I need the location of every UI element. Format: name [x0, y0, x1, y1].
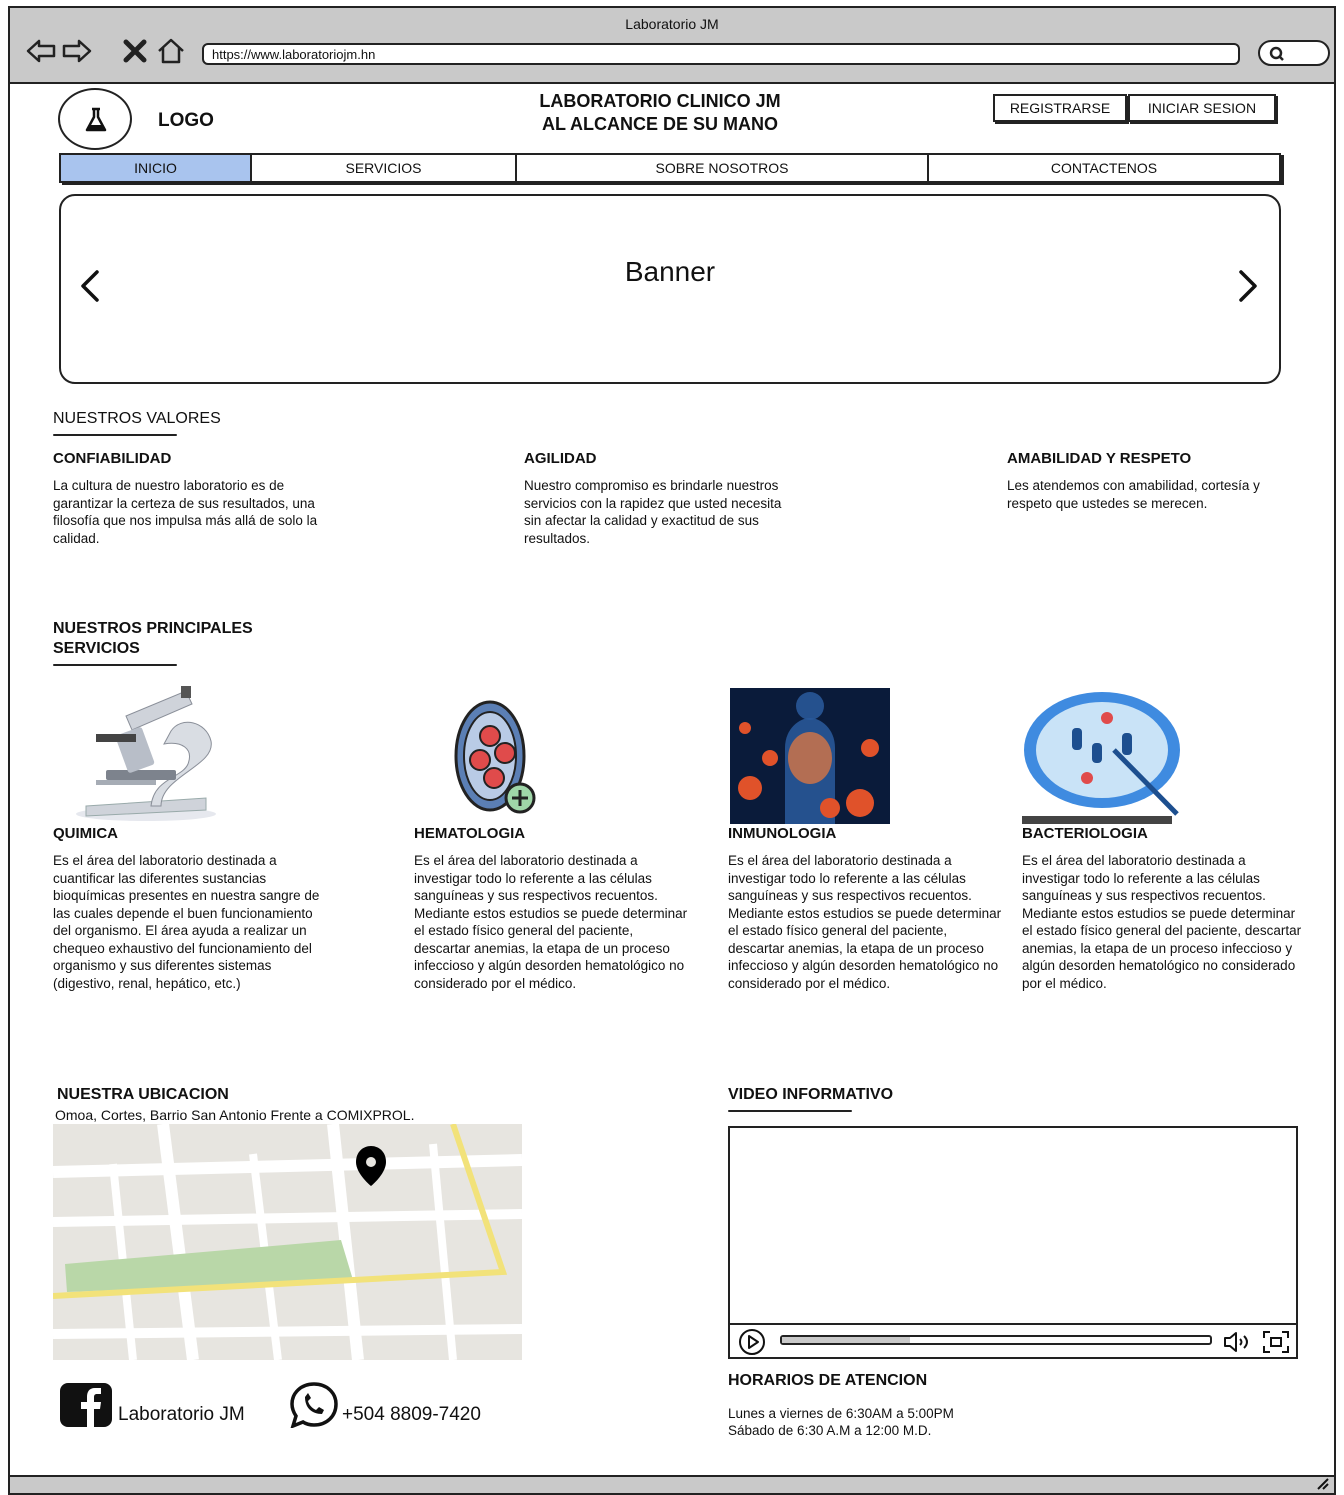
- microscope-image: [76, 686, 216, 821]
- banner-title: Banner: [624, 256, 716, 287]
- nav-item-inicio[interactable]: INICIO: [61, 155, 252, 181]
- window-title: Laboratorio JM: [625, 16, 719, 32]
- service-title: INMUNOLOGIA: [728, 825, 837, 842]
- value-text: Nuestro compromiso es brindarle nuestros…: [524, 478, 782, 546]
- site-title-line1: LABORATORIO CLINICO JM: [539, 91, 781, 111]
- services-underline: [53, 664, 177, 666]
- nav-item-servicios[interactable]: SERVICIOS: [252, 155, 517, 181]
- video-progress-bar[interactable]: [780, 1335, 1212, 1345]
- login-button[interactable]: INICIAR SESION: [1128, 94, 1276, 122]
- search-field[interactable]: [1258, 40, 1330, 66]
- logo[interactable]: [58, 88, 132, 150]
- service-title: HEMATOLOGIA: [414, 825, 526, 842]
- value-text: Les atendemos con amabilidad, cortesía y…: [1007, 478, 1260, 511]
- video-player[interactable]: [728, 1126, 1298, 1359]
- chevron-left-icon[interactable]: [75, 266, 105, 306]
- fullscreen-icon[interactable]: [1262, 1330, 1290, 1354]
- site-title-line2: AL ALCANCE DE SU MANO: [541, 114, 778, 134]
- facebook-label[interactable]: Laboratorio JM: [118, 1404, 245, 1426]
- values-underline: [53, 434, 177, 436]
- value-title: AGILIDAD: [524, 450, 597, 467]
- whatsapp-number[interactable]: +504 8809-7420: [342, 1404, 481, 1426]
- browser-toolbar: Laboratorio JM https://www.laboratoriojm…: [10, 8, 1334, 84]
- map-graphic: [53, 1124, 522, 1360]
- volume-icon[interactable]: [1222, 1330, 1254, 1354]
- petri-dish-image: [1022, 692, 1180, 824]
- value-text: La cultura de nuestro laboratorio es de …: [53, 478, 318, 546]
- hours-saturday: Sábado de 6:30 A.M a 12:00 M.D.: [728, 1423, 932, 1438]
- logo-label: LOGO: [158, 110, 214, 131]
- nav-item-contactenos[interactable]: CONTACTENOS: [929, 155, 1279, 181]
- services-heading: NUESTROS PRINCIPALES SERVICIOS: [53, 620, 253, 657]
- home-icon[interactable]: [156, 36, 186, 66]
- facebook-icon[interactable]: [60, 1383, 112, 1427]
- address-bar[interactable]: https://www.laboratoriojm.hn: [202, 43, 1240, 65]
- resize-handle-icon[interactable]: [1314, 1477, 1330, 1491]
- register-button[interactable]: REGISTRARSE: [993, 94, 1127, 122]
- video-heading: VIDEO INFORMATIVO: [728, 1086, 894, 1103]
- nav-item-sobre-nosotros[interactable]: SOBRE NOSOTROS: [517, 155, 929, 181]
- flask-icon: [85, 107, 107, 132]
- video-underline: [728, 1110, 852, 1112]
- service-title: BACTERIOLOGIA: [1022, 825, 1148, 842]
- location-map[interactable]: [53, 1124, 522, 1360]
- location-heading: NUESTRA UBICACION: [57, 1086, 229, 1103]
- service-text: Es el área del laboratorio destinada a c…: [53, 853, 320, 991]
- chevron-right-icon[interactable]: [1233, 266, 1263, 306]
- service-text: Es el área del laboratorio destinada a i…: [1022, 853, 1302, 991]
- banner-carousel: Banner: [59, 194, 1281, 384]
- forward-icon[interactable]: [62, 36, 92, 66]
- immunology-image: [730, 688, 890, 824]
- value-title: CONFIABILIDAD: [53, 450, 172, 467]
- blood-cells-image: [454, 700, 536, 814]
- search-icon: [1269, 46, 1284, 61]
- service-title: QUIMICA: [53, 825, 118, 842]
- hours-heading: HORARIOS DE ATENCION: [728, 1372, 928, 1389]
- site-title: LABORATORIO CLINICO JM AL ALCANCE DE SU …: [460, 90, 860, 136]
- video-controls: [730, 1323, 1296, 1357]
- location-address: Omoa, Cortes, Barrio San Antonio Frente …: [55, 1107, 415, 1123]
- back-icon[interactable]: [26, 36, 56, 66]
- main-nav: INICIO SERVICIOS SOBRE NOSOTROS CONTACTE…: [59, 153, 1281, 183]
- video-progress-fill: [782, 1337, 911, 1343]
- browser-statusbar: [10, 1475, 1334, 1493]
- close-icon[interactable]: [120, 36, 150, 66]
- hours-weekdays: Lunes a viernes de 6:30AM a 5:00PM: [728, 1406, 954, 1421]
- service-text: Es el área del laboratorio destinada a i…: [414, 853, 688, 991]
- browser-window: Laboratorio JM https://www.laboratoriojm…: [8, 6, 1336, 1495]
- whatsapp-icon[interactable]: [288, 1380, 340, 1428]
- play-icon[interactable]: [738, 1328, 766, 1356]
- values-heading: NUESTROS VALORES: [53, 410, 221, 427]
- service-text: Es el área del laboratorio destinada a i…: [728, 853, 1002, 991]
- value-title: AMABILIDAD Y RESPETO: [1007, 450, 1192, 467]
